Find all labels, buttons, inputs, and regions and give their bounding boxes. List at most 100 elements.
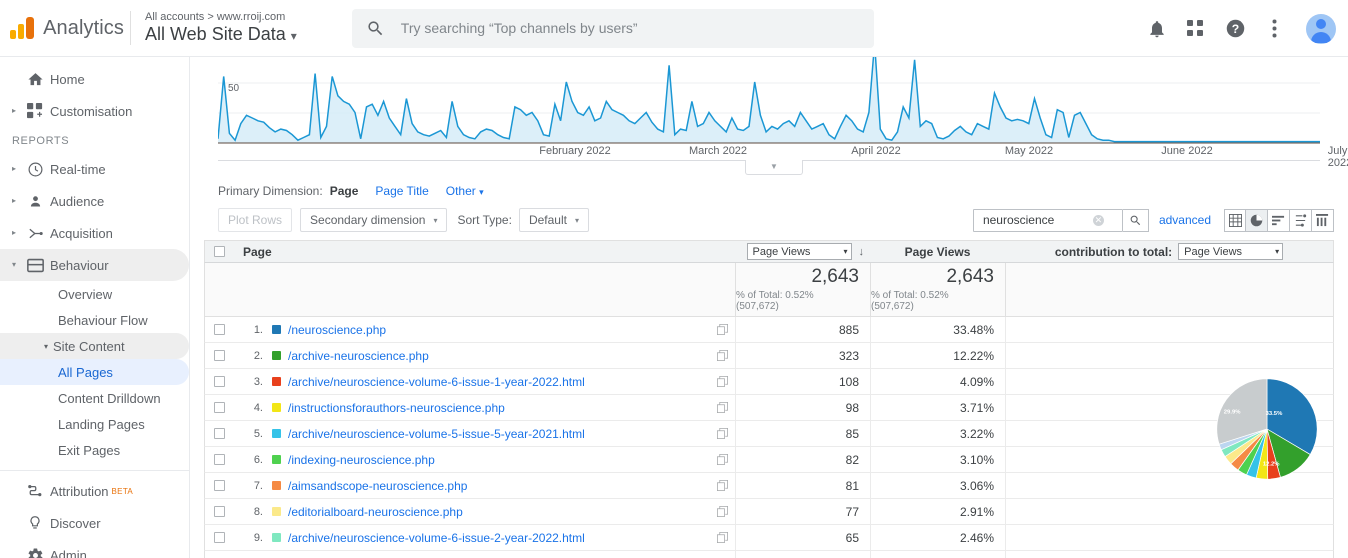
sidebar-item-customisation[interactable]: ▸ Customisation [0,95,189,127]
apps-grid-icon[interactable] [1183,16,1209,42]
column-header-page[interactable]: Page [233,245,735,259]
page-link[interactable]: /archive/neuroscience-volume-6-issue-1-y… [288,375,585,389]
table-row[interactable]: 6. /indexing-neuroscience.php 82 3.10% [204,446,1334,473]
table-search[interactable]: ✕ [972,208,1123,232]
sidebar-item-audience[interactable]: ▸ Audience [0,185,189,217]
row-checkbox[interactable] [213,350,225,361]
dimension-tab-other[interactable]: Other ▾ [446,184,484,198]
table-row[interactable]: 3. /archive/neuroscience-volume-6-issue-1… [204,368,1334,395]
table-row[interactable]: 9. /archive/neuroscience-volume-6-issue-2… [204,524,1334,551]
open-page-icon[interactable] [717,454,728,465]
open-page-icon[interactable] [717,532,728,543]
search-input[interactable] [398,19,860,37]
table-search-button[interactable] [1122,208,1149,232]
open-page-icon[interactable] [717,506,728,517]
expand-arrow-icon[interactable]: ▸ [8,197,20,205]
secondary-dimension-button[interactable]: Secondary dimension ▾ [300,208,448,232]
select-all-checkbox[interactable] [213,246,225,257]
open-page-icon[interactable] [717,324,728,335]
advanced-link[interactable]: advanced [1159,213,1211,227]
contribution-select[interactable]: Page Views ▾ [1178,243,1284,260]
row-select-cell[interactable] [205,428,233,439]
sort-type-button[interactable]: Default ▾ [518,208,589,232]
pie-view-icon[interactable] [1246,208,1268,232]
sidebar-item-site-content[interactable]: ▾ Site Content [0,333,189,359]
page-link[interactable]: /instructionsforauthors-neuroscience.php [288,401,505,415]
page-link[interactable]: /indexing-neuroscience.php [288,453,435,467]
clear-icon[interactable]: ✕ [1092,214,1104,226]
table-search-input[interactable] [980,212,1093,228]
sidebar-item-behaviour[interactable]: ▾ Behaviour [0,249,189,281]
analytics-logo-area[interactable]: Analytics [0,17,124,40]
table-view-icon[interactable] [1224,208,1246,232]
column-header-page-views[interactable]: Page Views [870,245,1005,259]
plot-rows-button[interactable]: Plot Rows [218,208,293,232]
pivot-view-icon[interactable] [1312,208,1334,232]
expand-arrow-icon[interactable]: ▸ [8,107,20,115]
row-checkbox[interactable] [213,428,225,439]
table-row[interactable]: 7. /aimsandscope-neuroscience.php 81 3.06% [204,472,1334,499]
metric-select[interactable]: Page Views ▾ [746,243,852,260]
table-row[interactable]: 10./archive/neuroscience-volume-5-issue-… [204,550,1334,558]
row-select-cell[interactable] [205,480,233,491]
chart-collapse-handle[interactable]: ▼ [745,160,803,175]
row-select-cell[interactable] [205,350,233,361]
sidebar-item-home[interactable]: Home [0,63,189,95]
row-checkbox[interactable] [213,532,225,543]
row-select-cell[interactable] [205,454,233,465]
sidebar-item-attribution[interactable]: Attribution BETA [0,475,189,507]
sidebar-item-discover[interactable]: Discover [0,507,189,539]
expand-arrow-icon[interactable]: ▸ [8,229,20,237]
sidebar-item-exit-pages[interactable]: Exit Pages [0,437,189,463]
more-vert-icon[interactable] [1261,16,1287,42]
row-checkbox[interactable] [213,506,225,517]
sidebar-item-admin[interactable]: Admin [0,539,189,558]
dimension-tab-page-title[interactable]: Page Title [375,184,428,198]
page-link[interactable]: /aimsandscope-neuroscience.php [288,479,467,493]
property-name[interactable]: All Web Site Data ▾ [145,24,297,45]
row-select-cell[interactable] [205,402,233,413]
sidebar-item-overview[interactable]: Overview [0,281,189,307]
help-icon[interactable]: ? [1222,16,1248,42]
row-select-cell[interactable] [205,376,233,387]
expand-arrow-icon[interactable]: ▸ [8,165,20,173]
global-search[interactable] [351,8,874,48]
performance-view-icon[interactable] [1268,208,1290,232]
sidebar-item-acquisition[interactable]: ▸ Acquisition [0,217,189,249]
select-all-cell[interactable] [205,246,233,257]
row-select-cell[interactable] [205,324,233,335]
account-selector[interactable]: All accounts > www.rroij.com All Web Sit… [145,11,297,45]
row-select-cell[interactable] [205,506,233,517]
page-link[interactable]: /archive-neuroscience.php [288,349,429,363]
open-page-icon[interactable] [717,350,728,361]
bell-icon[interactable] [1144,16,1170,42]
row-checkbox[interactable] [213,376,225,387]
table-row[interactable]: 5. /archive/neuroscience-volume-5-issue-5… [204,420,1334,447]
row-select-cell[interactable] [205,532,233,543]
table-row[interactable]: 8. /editorialboard-neuroscience.php 77 2.91… [204,498,1334,525]
collapse-arrow-icon[interactable]: ▾ [8,261,20,269]
row-checkbox[interactable] [213,324,225,335]
page-link[interactable]: /neuroscience.php [288,323,386,337]
table-row[interactable]: 1. /neuroscience.php 885 33.48% [204,316,1334,343]
comparison-view-icon[interactable] [1290,208,1312,232]
sort-descending-icon[interactable]: ↓ [859,246,865,258]
open-page-icon[interactable] [717,480,728,491]
row-checkbox[interactable] [213,480,225,491]
dimension-tab-page[interactable]: Page [330,184,359,198]
row-checkbox[interactable] [213,402,225,413]
page-link[interactable]: /archive/neuroscience-volume-5-issue-5-y… [288,427,585,441]
sidebar-item-real-time[interactable]: ▸ Real-time [0,153,189,185]
sidebar-item-all-pages[interactable]: All Pages [0,359,189,385]
table-row[interactable]: 4. /instructionsforauthors-neuroscience.p… [204,394,1334,421]
open-page-icon[interactable] [717,428,728,439]
open-page-icon[interactable] [717,376,728,387]
timeline-chart[interactable]: 50 February 2022 March 2022 April 2022 May … [190,57,1348,175]
sidebar-item-content-drilldown[interactable]: Content Drilldown [0,385,189,411]
sidebar-item-landing-pages[interactable]: Landing Pages [0,411,189,437]
open-page-icon[interactable] [717,402,728,413]
table-row[interactable]: 2. /archive-neuroscience.php 323 12.22% [204,342,1334,369]
pie-chart[interactable]: 33.5% 12.2% 29.9% [1214,353,1320,505]
avatar[interactable] [1306,13,1336,44]
page-link[interactable]: /editorialboard-neuroscience.php [288,505,463,519]
